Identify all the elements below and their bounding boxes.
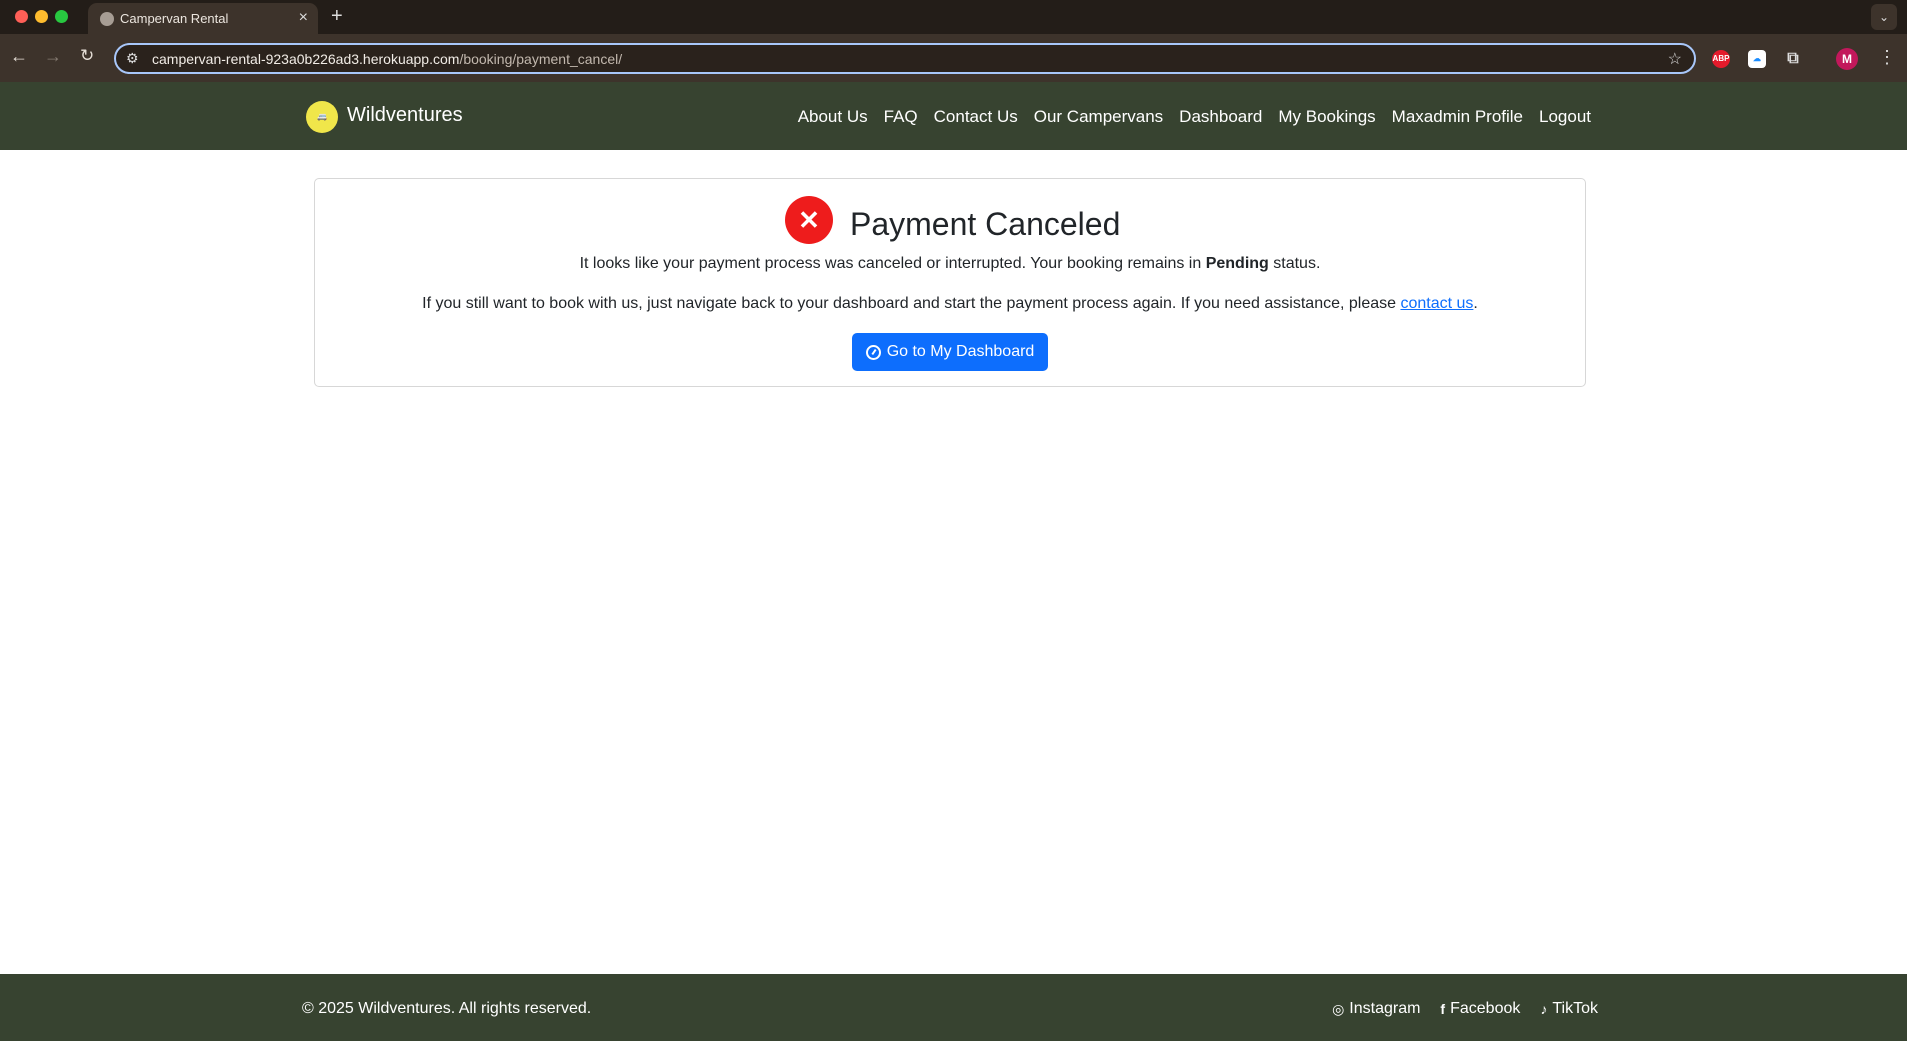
- url-path: /booking/payment_cancel/: [459, 51, 623, 67]
- browser-tab-bar: Campervan Rental × + ⌄: [0, 0, 1907, 34]
- tiktok-icon: ♪: [1540, 1001, 1548, 1017]
- address-bar[interactable]: ⚙ campervan-rental-923a0b226ad3.herokuap…: [114, 43, 1696, 74]
- site-navbar: 🚐 Wildventures About Us FAQ Contact Us O…: [0, 82, 1907, 150]
- cancel-x-icon: ✕: [785, 196, 833, 244]
- instagram-icon: ◎: [1332, 1000, 1345, 1017]
- nav-our-campervans[interactable]: Our Campervans: [1034, 107, 1163, 127]
- instagram-link[interactable]: ◎ Instagram: [1332, 1000, 1420, 1018]
- tiktok-label: TikTok: [1552, 1000, 1598, 1017]
- instagram-label: Instagram: [1349, 1000, 1421, 1017]
- pending-status: Pending: [1205, 255, 1269, 272]
- nav-my-bookings[interactable]: My Bookings: [1278, 107, 1375, 127]
- gauge-icon: [865, 344, 881, 360]
- facebook-icon: f: [1440, 1001, 1446, 1017]
- cancel-message-end: status.: [1268, 255, 1321, 272]
- profile-avatar[interactable]: M: [1836, 48, 1858, 70]
- nav-dashboard[interactable]: Dashboard: [1179, 107, 1262, 127]
- brand-name[interactable]: Wildventures: [347, 104, 463, 127]
- forward-arrow-icon[interactable]: →: [44, 46, 62, 67]
- wildventures-logo[interactable]: 🚐: [306, 101, 338, 133]
- new-tab-button[interactable]: +: [331, 5, 343, 28]
- cancel-message-text: It looks like your payment process was c…: [579, 255, 1206, 272]
- tab-title: Campervan Rental: [120, 11, 229, 26]
- url-host: campervan-rental-923a0b226ad3.herokuapp.…: [152, 51, 460, 67]
- nav-faq[interactable]: FAQ: [884, 107, 918, 127]
- extensions-puzzle-icon[interactable]: ⧉: [1784, 50, 1802, 68]
- cancel-message: It looks like your payment process was c…: [315, 255, 1585, 273]
- browser-toolbar: ← → ↻ ⚙ campervan-rental-923a0b226ad3.he…: [0, 34, 1907, 82]
- nav-logout[interactable]: Logout: [1539, 107, 1591, 127]
- maximize-window-button[interactable]: [55, 10, 68, 23]
- cloud-extension-icon[interactable]: ☁: [1748, 50, 1766, 68]
- address-url: campervan-rental-923a0b226ad3.herokuapp.…: [152, 51, 622, 67]
- minimize-window-button[interactable]: [35, 10, 48, 23]
- site-footer: © 2025 Wildventures. All rights reserved…: [0, 974, 1907, 1041]
- go-to-dashboard-label: Go to My Dashboard: [886, 343, 1035, 360]
- close-window-button[interactable]: [15, 10, 28, 23]
- back-arrow-icon[interactable]: ←: [10, 46, 28, 67]
- nav-about-us[interactable]: About Us: [798, 107, 868, 127]
- facebook-link[interactable]: f Facebook: [1440, 1000, 1520, 1018]
- nav-profile[interactable]: Maxadmin Profile: [1392, 107, 1523, 127]
- bookmark-star-icon[interactable]: ☆: [1668, 49, 1682, 69]
- tab-search-chevron-icon[interactable]: ⌄: [1871, 4, 1897, 30]
- reload-icon[interactable]: ↻: [80, 46, 94, 66]
- instructions-end: .: [1473, 295, 1478, 312]
- copyright-text: © 2025 Wildventures. All rights reserved…: [302, 1000, 592, 1017]
- tiktok-link[interactable]: ♪ TikTok: [1540, 1000, 1598, 1018]
- adblock-extension-icon[interactable]: ABP: [1712, 50, 1730, 68]
- instructions-message: If you still want to book with us, just …: [315, 295, 1585, 313]
- page-title: Payment Canceled: [850, 206, 1121, 242]
- instructions-text: If you still want to book with us, just …: [422, 295, 1401, 312]
- browser-tab[interactable]: Campervan Rental ×: [88, 3, 318, 34]
- globe-icon: [100, 12, 114, 26]
- browser-menu-icon[interactable]: ⋮: [1878, 47, 1896, 68]
- go-to-dashboard-button[interactable]: Go to My Dashboard: [852, 333, 1048, 371]
- nav-contact-us[interactable]: Contact Us: [934, 107, 1018, 127]
- contact-us-link[interactable]: contact us: [1400, 295, 1473, 312]
- tab-close-icon[interactable]: ×: [299, 9, 308, 27]
- main-menu: About Us FAQ Contact Us Our Campervans D…: [798, 107, 1591, 127]
- facebook-label: Facebook: [1450, 1000, 1521, 1017]
- payment-cancel-card: ✕ Payment Canceled It looks like your pa…: [314, 178, 1586, 387]
- site-settings-icon[interactable]: ⚙: [126, 50, 139, 67]
- social-links: ◎ Instagram f Facebook ♪ TikTok: [1332, 1000, 1598, 1018]
